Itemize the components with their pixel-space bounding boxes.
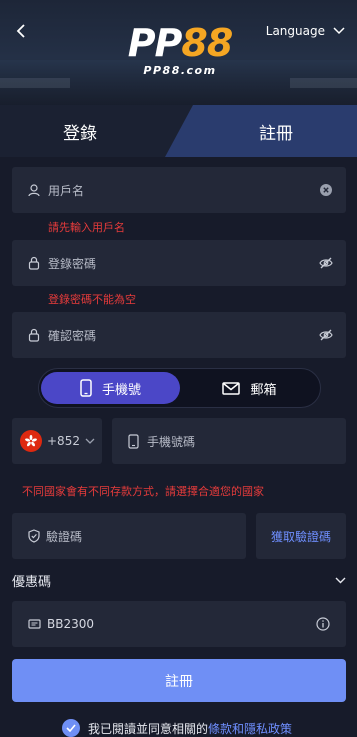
- language-selector[interactable]: Language: [266, 22, 345, 40]
- method-phone-label: 手機號: [101, 382, 141, 398]
- brand-logo: PP88 PP88.com: [120, 22, 240, 80]
- auth-tabs: 登錄 註冊: [0, 105, 357, 157]
- verification-code-placeholder: 驗證碼: [46, 529, 83, 544]
- promo-code-toggle[interactable]: 優惠碼: [12, 571, 346, 590]
- register-method-toggle: 手機號 郵箱: [38, 368, 321, 408]
- get-code-button[interactable]: 獲取驗證碼: [256, 513, 346, 559]
- country-code: +852: [47, 434, 80, 448]
- promo-code-label: 優惠碼: [12, 574, 52, 590]
- country-notice: 不同國家會有不同存款方式，請選擇合適您的國家: [22, 485, 264, 498]
- password-error: 登錄密碼不能為空: [48, 293, 136, 306]
- country-code-selector[interactable]: +852: [12, 418, 102, 464]
- method-phone-option[interactable]: 手機號: [41, 372, 180, 404]
- header: PP88 PP88.com Language: [0, 0, 357, 105]
- terms-agreement: 我已閱讀並同意相關的條款和隱私政策: [62, 718, 292, 737]
- user-icon: [28, 183, 42, 197]
- phone-icon: [80, 379, 92, 397]
- confirm-password-field[interactable]: 確認密碼: [12, 312, 346, 358]
- promo-code-field[interactable]: BB2300: [12, 601, 346, 647]
- lock-icon: [28, 328, 42, 342]
- method-email-option[interactable]: 郵箱: [180, 372, 319, 404]
- promo-code-value: BB2300: [47, 617, 95, 631]
- confirm-password-placeholder: 確認密碼: [48, 328, 97, 343]
- chevron-down-icon: [85, 438, 95, 444]
- logo-subtext: PP88.com: [143, 64, 217, 77]
- tab-login[interactable]: 登錄: [0, 105, 190, 157]
- register-submit-button[interactable]: 註冊: [12, 659, 346, 702]
- chevron-down-icon: [333, 27, 345, 35]
- ticket-icon: [28, 619, 41, 629]
- phone-number-field[interactable]: 手機號碼: [112, 418, 346, 464]
- mail-icon: [222, 381, 241, 395]
- language-label: Language: [265, 24, 325, 38]
- terms-prefix: 我已閱讀並同意相關的: [88, 721, 209, 736]
- username-field[interactable]: 用戶名: [12, 167, 346, 213]
- eye-off-icon[interactable]: [318, 255, 334, 271]
- phone-icon: [128, 433, 139, 449]
- chevron-down-icon: [335, 577, 346, 583]
- username-placeholder: 用戶名: [48, 183, 85, 198]
- shield-check-icon: [28, 529, 40, 543]
- method-email-label: 郵箱: [250, 382, 277, 398]
- verification-code-field[interactable]: 驗證碼: [12, 513, 246, 559]
- tab-register[interactable]: 註冊: [165, 105, 357, 157]
- password-field[interactable]: 登錄密碼: [12, 240, 346, 286]
- back-button[interactable]: [10, 20, 32, 42]
- clear-icon[interactable]: [318, 182, 334, 198]
- info-icon[interactable]: [316, 617, 330, 631]
- password-placeholder: 登錄密碼: [48, 256, 97, 271]
- logo-accent-text: 88: [181, 21, 233, 65]
- username-error: 請先輸入用戶名: [48, 221, 125, 234]
- checkmark-icon: [66, 724, 76, 732]
- hong-kong-flag-icon: [20, 430, 42, 452]
- terms-checkbox[interactable]: [62, 719, 80, 737]
- lock-icon: [28, 256, 42, 270]
- chevron-left-icon: [16, 24, 25, 38]
- terms-link[interactable]: 條款和隱私政策: [208, 722, 292, 736]
- logo-main-text: PP: [127, 21, 183, 65]
- phone-number-placeholder: 手機號碼: [147, 434, 196, 449]
- eye-off-icon[interactable]: [318, 327, 334, 343]
